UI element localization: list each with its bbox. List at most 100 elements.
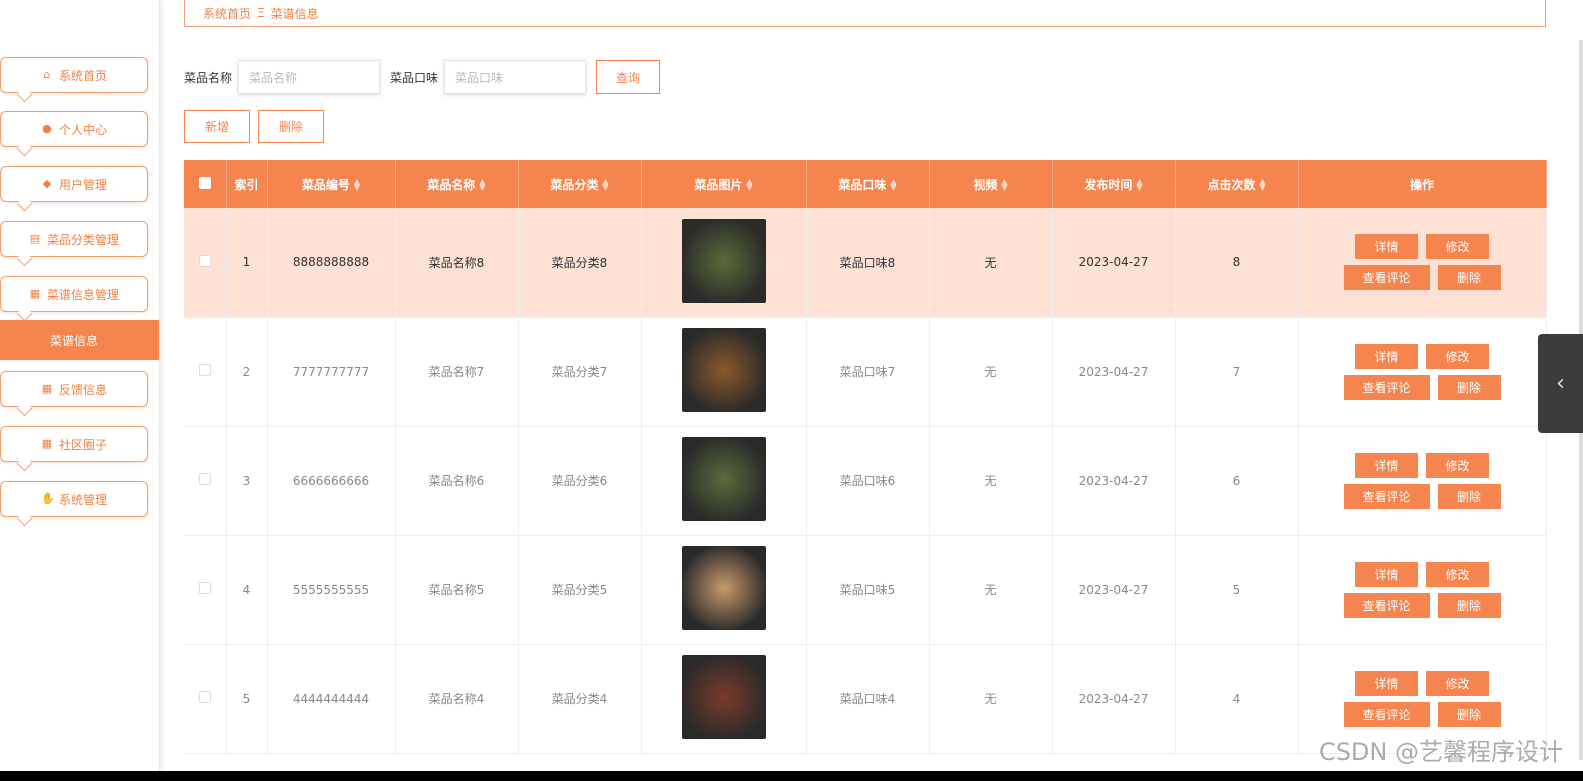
sort-icon[interactable]: ▲ ▼ — [890, 178, 896, 192]
detail-button[interactable]: 详情 — [1355, 234, 1418, 260]
sidebar-item-1[interactable]: ⌂ 系统首页 — [0, 57, 148, 93]
sidebar-item-7[interactable]: ▦ 社区圈子 — [0, 426, 148, 462]
column-header-8[interactable]: 发布时间 ▲ ▼ — [1052, 160, 1176, 208]
row-checkbox[interactable] — [198, 254, 211, 267]
cell-date: 2023-04-27 — [1052, 426, 1176, 536]
row-checkbox[interactable] — [198, 364, 211, 376]
sort-icon[interactable]: ▲ ▼ — [354, 178, 360, 192]
edit-button[interactable]: 修改 — [1426, 343, 1489, 369]
column-header-6[interactable]: 菜品口味 ▲ ▼ — [806, 160, 930, 208]
column-header-4[interactable]: 菜品分类 ▲ ▼ — [518, 160, 642, 208]
column-header-3[interactable]: 菜品名称 ▲ ▼ — [395, 160, 519, 208]
view-reviews-button[interactable]: 查看评论 — [1343, 592, 1430, 618]
row-checkbox[interactable] — [198, 473, 211, 485]
cell-taste: 菜品口味8 — [806, 208, 930, 318]
cell-category: 菜品分类4 — [518, 644, 642, 754]
sidebar-item-label: 反馈信息 — [58, 382, 107, 397]
column-header-7[interactable]: 视频 ▲ ▼ — [929, 160, 1053, 208]
row-checkbox[interactable] — [198, 691, 211, 703]
sidebar-item-label: 菜品分类管理 — [46, 232, 119, 247]
dish-taste-input[interactable]: 菜品口味 — [444, 60, 587, 94]
sidebar-item-8[interactable]: ✋ 系统管理 — [0, 481, 148, 517]
column-header-label: 索引 — [234, 177, 259, 192]
dish-image[interactable] — [681, 328, 766, 412]
cell-taste: 菜品口味6 — [806, 426, 930, 536]
query-button[interactable]: 查询 — [596, 60, 661, 94]
edit-button[interactable]: 修改 — [1426, 670, 1489, 696]
cell-video: 无 — [929, 208, 1053, 318]
dish-taste-label: 菜品口味 — [390, 70, 439, 85]
cell-date: 2023-04-27 — [1052, 208, 1176, 318]
row-checkbox[interactable] — [198, 582, 211, 594]
cell-date: 2023-04-27 — [1052, 317, 1176, 427]
column-header-2[interactable]: 菜品编号 ▲ ▼ — [267, 160, 396, 208]
cell-video: 无 — [929, 644, 1053, 754]
edit-button[interactable]: 修改 — [1426, 561, 1489, 587]
detail-button[interactable]: 详情 — [1355, 561, 1418, 587]
sidebar-item-4[interactable]: ▤ 菜品分类管理 — [0, 221, 148, 257]
cell-clicks: 6 — [1175, 426, 1299, 536]
sidebar-item-2[interactable]: ● 个人中心 — [0, 111, 148, 147]
sort-icon[interactable]: ▲ ▼ — [479, 178, 485, 192]
thumb-icon: ✋ — [40, 492, 55, 505]
row-actions-cell: 详情 修改查看评论 删除 — [1298, 317, 1547, 427]
column-header-label: 菜品图片 — [694, 177, 743, 192]
view-reviews-button[interactable]: 查看评论 — [1343, 701, 1430, 727]
cell-date: 2023-04-27 — [1052, 644, 1176, 754]
delete-button[interactable]: 删除 — [1437, 483, 1501, 509]
search-bar: 菜品名称 菜品名称 菜品口味 菜品口味 查询 — [184, 60, 661, 94]
cell-video: 无 — [929, 535, 1053, 645]
batch-delete-button[interactable]: 删除 — [258, 110, 324, 143]
table-row: 1 8888888888 菜品名称8 菜品分类8 菜品口味8 无 2023-04-27 8 详情… — [184, 208, 1547, 318]
select-all-checkbox[interactable] — [198, 176, 211, 189]
dish-image-cell — [641, 208, 807, 318]
dish-image[interactable] — [681, 655, 766, 739]
add-button[interactable]: 新增 — [184, 110, 250, 143]
column-header-1: 索引 — [226, 160, 268, 208]
cell-index: 3 — [226, 426, 268, 536]
dish-image[interactable] — [681, 437, 766, 521]
edit-button[interactable]: 修改 — [1426, 234, 1489, 260]
chevron-left-icon: ‹ — [1556, 371, 1565, 396]
breadcrumb-home[interactable]: 系统首页 — [203, 5, 251, 22]
sidebar-item-6[interactable]: ▦ 反馈信息 — [0, 371, 148, 407]
cell-index: 1 — [226, 208, 268, 318]
collapse-panel-button[interactable]: ‹ — [1538, 334, 1583, 433]
delete-button[interactable]: 删除 — [1437, 701, 1501, 727]
detail-button[interactable]: 详情 — [1355, 452, 1418, 478]
row-select-cell — [184, 317, 227, 427]
delete-button[interactable]: 删除 — [1437, 592, 1501, 618]
table-row: 3 6666666666 菜品名称6 菜品分类6 菜品口味6 无 2023-04-27 6 详情… — [184, 426, 1547, 536]
grid-icon: ▦ — [41, 382, 53, 395]
sidebar-item-3[interactable]: ◆ 用户管理 — [0, 166, 148, 202]
row-actions-cell: 详情 修改查看评论 删除 — [1298, 208, 1547, 318]
delete-button[interactable]: 删除 — [1437, 265, 1501, 291]
sort-icon[interactable]: ▲ ▼ — [1136, 178, 1142, 192]
dish-name-input[interactable]: 菜品名称 — [238, 60, 381, 94]
cell-name: 菜品名称7 — [395, 317, 519, 427]
grid-icon: ▦ — [41, 437, 53, 450]
cell-name: 菜品名称4 — [395, 644, 519, 754]
detail-button[interactable]: 详情 — [1355, 343, 1418, 369]
delete-button[interactable]: 删除 — [1437, 374, 1501, 400]
detail-button[interactable]: 详情 — [1355, 670, 1418, 696]
sidebar-item-5[interactable]: ▦ 菜谱信息管理 — [0, 276, 148, 312]
edit-button[interactable]: 修改 — [1426, 452, 1489, 478]
user-icon: ● — [42, 122, 52, 135]
sidebar-subitem-recipe-info[interactable]: 菜谱信息 — [0, 320, 159, 360]
view-reviews-button[interactable]: 查看评论 — [1343, 265, 1430, 291]
dish-image[interactable] — [681, 218, 766, 303]
select-all-cell — [184, 160, 227, 208]
sort-icon[interactable]: ▲ ▼ — [602, 178, 608, 192]
cell-video: 无 — [929, 317, 1053, 427]
sort-icon[interactable]: ▲ ▼ — [1001, 178, 1007, 192]
sort-icon[interactable]: ▲ ▼ — [1259, 178, 1265, 192]
view-reviews-button[interactable]: 查看评论 — [1343, 483, 1430, 509]
dish-image[interactable] — [681, 546, 766, 630]
column-header-5[interactable]: 菜品图片 ▲ ▼ — [641, 160, 807, 208]
sort-icon[interactable]: ▲ ▼ — [746, 178, 752, 192]
column-header-label: 操作 — [1409, 177, 1434, 192]
column-header-9[interactable]: 点击次数 ▲ ▼ — [1175, 160, 1299, 208]
view-reviews-button[interactable]: 查看评论 — [1343, 374, 1430, 400]
sidebar-item-label: 用户管理 — [58, 177, 107, 192]
